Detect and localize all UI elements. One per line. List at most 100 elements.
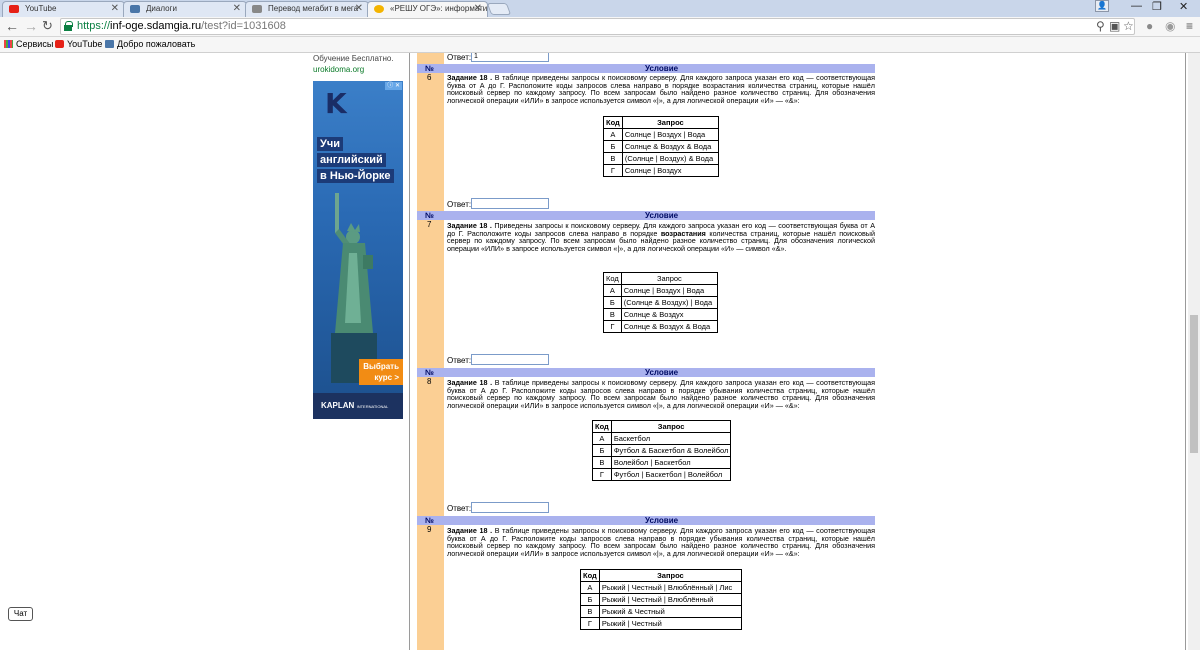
url-host: inf-oge.sdamgia.ru — [110, 20, 202, 32]
code-cell: Б — [580, 593, 600, 606]
statue-of-liberty-image — [331, 193, 377, 383]
tab-label: Диалоги — [146, 4, 177, 13]
window-close-icon[interactable]: ✕ — [1179, 0, 1188, 13]
task-number: 6 — [427, 73, 432, 82]
query-cell: Футбол & Баскетбол & Волейбол — [610, 444, 732, 457]
task-text: Задание 18 . В таблице приведены запросы… — [447, 527, 875, 558]
col-code: Код — [603, 116, 623, 129]
table-header-row: Код Запрос — [603, 272, 719, 285]
code-cell: В — [603, 152, 623, 165]
table-header-row: Код Запрос — [592, 420, 732, 433]
table-header-row: Код Запрос — [580, 569, 743, 582]
bookmark-label: Сервисы — [16, 39, 54, 49]
col-code: Код — [580, 569, 600, 582]
table-row: Г Футбол | Баскетбол | Волейбол — [592, 468, 732, 481]
kaplan-brand: KAPLAN INTERNATIONAL ENGLISH — [313, 393, 403, 419]
ad-word: в Нью-Йорке — [317, 169, 394, 183]
browser-toolbar: ← → ↻ https://inf-oge.sdamgia.ru/test?id… — [0, 17, 1200, 37]
table-row: Г Солнце | Воздух — [603, 164, 720, 177]
column-divider — [409, 53, 410, 650]
reload-icon[interactable]: ↻ — [42, 18, 53, 34]
youtube-icon — [55, 40, 64, 48]
answer-input[interactable] — [471, 502, 549, 513]
query-table: Код Запрос А Солнце | Воздух | Вода Б (Солн… — [603, 272, 719, 333]
close-icon[interactable]: ✕ — [474, 2, 482, 16]
ad-word: Учи — [317, 137, 343, 151]
table-row: А Солнце | Воздух | Вода — [603, 284, 719, 297]
bookmark-vk[interactable]: Добро пожаловать — [105, 37, 195, 52]
zoom-icon[interactable]: ⚲ — [1096, 19, 1105, 33]
new-tab-button[interactable] — [486, 3, 512, 15]
ad-word: английский — [317, 153, 386, 167]
answer-input[interactable] — [471, 198, 549, 209]
code-cell: В — [592, 456, 612, 469]
code-cell: Г — [603, 320, 622, 333]
table-row: А Рыжий | Честный | Влюблённый | Лис — [580, 581, 743, 594]
answer-label: Ответ: — [447, 504, 472, 513]
bookmarks-bar: Сервисы YouTube Добро пожаловать — [0, 37, 1200, 53]
bookmark-apps[interactable]: Сервисы — [4, 37, 53, 52]
youtube-icon — [9, 5, 19, 13]
extension-icon[interactable]: ● — [1146, 19, 1153, 33]
task-text: Задание 18 . В таблице приведены запросы… — [447, 74, 875, 105]
table-row: Б Футбол & Баскетбол & Волейбол — [592, 444, 732, 457]
table-row: А Баскетбол — [592, 432, 732, 445]
code-cell: А — [580, 581, 600, 594]
code-cell: Б — [592, 444, 612, 457]
back-icon[interactable]: ← — [5, 18, 19, 34]
chat-button[interactable]: Чат — [8, 607, 33, 621]
vk-icon — [130, 5, 140, 13]
kaplan-ad-banner[interactable]: ⓘ ✕ K Учи английский в Нью-Йорке Выбрать… — [313, 81, 403, 419]
address-bar[interactable]: https://inf-oge.sdamgia.ru/test?id=10316… — [60, 18, 1135, 35]
minimize-icon[interactable]: — — [1131, 0, 1142, 12]
forward-icon[interactable]: → — [24, 18, 38, 34]
close-icon[interactable]: ✕ — [111, 2, 119, 16]
query-cell: Футбол | Баскетбол | Волейбол — [610, 468, 732, 481]
close-icon[interactable]: ✕ — [233, 2, 241, 16]
header-no: № — [425, 368, 434, 377]
lock-icon — [64, 21, 73, 31]
bookmark-star-icon[interactable]: ☆ — [1123, 19, 1134, 33]
answer-input[interactable] — [471, 53, 549, 62]
query-table: Код Запрос А Солнце | Воздух | Вода Б Солнц… — [603, 116, 720, 177]
extension-2-icon[interactable]: ◉ — [1165, 19, 1175, 33]
header-condition: Условие — [645, 516, 679, 525]
bookmark-label: YouTube — [67, 39, 103, 49]
bookmark-youtube[interactable]: YouTube — [55, 37, 102, 52]
col-code: Код — [592, 420, 612, 433]
cta-line: курс > — [374, 373, 399, 382]
page-viewport: Обучение Бесплатно. urokidoma.org ⓘ ✕ K … — [0, 53, 1200, 650]
tab-youtube[interactable]: YouTube ✕ — [2, 1, 125, 17]
page-scrollbar[interactable] — [1188, 53, 1200, 650]
query-cell: Солнце & Воздух & Вода — [620, 320, 719, 333]
translate-icon[interactable]: ▣ — [1109, 19, 1120, 33]
tab-reshu-oge[interactable]: «РЕШУ ОГЭ»: информати ✕ — [367, 1, 488, 17]
tab-dialogs[interactable]: Диалоги ✕ — [123, 1, 247, 17]
profile-icon[interactable]: 👤 — [1095, 0, 1109, 12]
query-cell: Рыжий & Честный — [598, 605, 743, 618]
menu-icon[interactable]: ≡ — [1186, 19, 1193, 33]
query-cell: Солнце & Воздух & Вода — [621, 140, 720, 153]
maximize-icon[interactable]: ❐ — [1152, 0, 1162, 13]
scrollbar-thumb[interactable] — [1190, 315, 1198, 453]
table-row: Г Рыжий | Честный — [580, 617, 743, 630]
col-query: Запрос — [598, 569, 743, 582]
task-number: 9 — [427, 525, 432, 534]
choose-course-button[interactable]: Выбрать курс > — [359, 359, 403, 385]
query-cell: Рыжий | Честный | Влюблённый — [598, 593, 743, 606]
promo-link[interactable]: urokidoma.org — [313, 64, 406, 75]
task-number: 7 — [427, 220, 432, 229]
close-icon[interactable]: ✕ — [355, 2, 363, 16]
answer-input[interactable] — [471, 354, 549, 365]
code-cell: Г — [580, 617, 600, 630]
tab-megabit[interactable]: Перевод мегабит в мега ✕ — [245, 1, 369, 17]
header-no: № — [425, 211, 434, 220]
header-no: № — [425, 64, 434, 73]
col-query: Запрос — [621, 116, 720, 129]
ad-choices-icon[interactable]: ⓘ ✕ — [385, 82, 402, 90]
code-cell: Б — [603, 296, 622, 309]
bookmark-label: Добро пожаловать — [117, 39, 196, 49]
code-cell: А — [603, 128, 623, 141]
table-row: В Солнце & Воздух — [603, 308, 719, 321]
vk-icon — [105, 40, 114, 48]
